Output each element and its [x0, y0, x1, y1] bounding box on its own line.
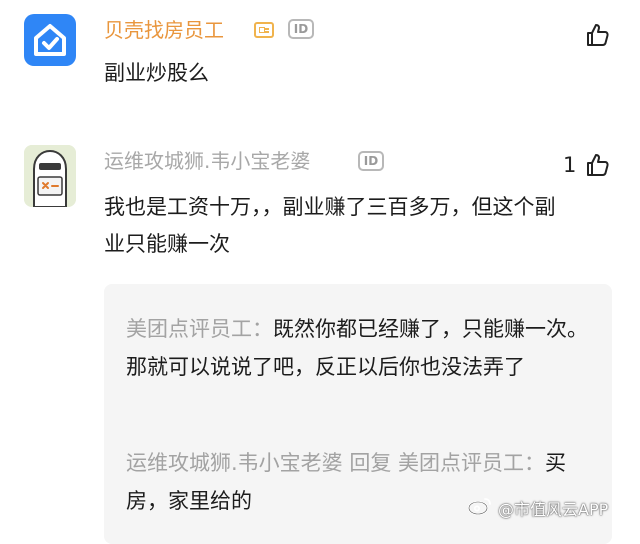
reply-item[interactable]: 美团点评员工：既然你都已经赚了，只能赚一次。那就可以说说了吧，反正以后你也没法弄…	[126, 310, 596, 386]
comment-text: 副业炒股么	[104, 61, 209, 85]
like-count: 1	[563, 153, 577, 177]
id-badge: ID	[358, 151, 384, 171]
watermark: @市值风云APP	[498, 500, 609, 519]
reply-author[interactable]: 美团点评员工：	[126, 317, 273, 341]
id-badge: ID	[288, 19, 314, 39]
reply-author[interactable]: 运维攻城狮.韦小宝老婆 回复 美团点评员工：	[126, 451, 545, 475]
avatar[interactable]	[24, 14, 76, 66]
weibo-logo-icon	[468, 496, 492, 516]
house-logo-icon	[34, 24, 66, 56]
verified-employee-icon	[254, 22, 274, 38]
avatar[interactable]	[24, 145, 76, 207]
comment-author[interactable]: 贝壳找房员工	[104, 13, 224, 47]
thumbs-up-icon[interactable]	[584, 152, 610, 178]
thumbs-up-icon[interactable]	[584, 22, 610, 48]
comment-author[interactable]: 运维攻城狮.韦小宝老婆	[104, 144, 310, 178]
robot-avatar-icon	[24, 145, 76, 207]
comment-text: 我也是工资十万，，副业赚了三百多万，但这个副业只能赚一次	[104, 195, 556, 256]
